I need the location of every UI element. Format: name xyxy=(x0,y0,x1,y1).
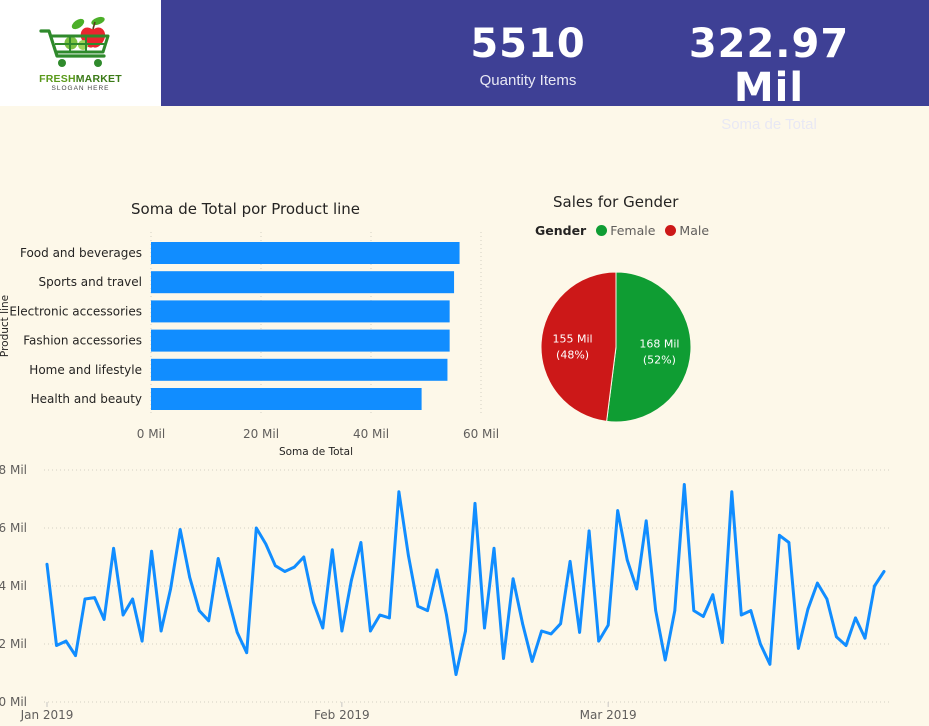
bar-x-tick-label: 20 Mil xyxy=(243,427,279,441)
bar-category-label: Home and lifestyle xyxy=(29,363,142,377)
bar-category-label: Fashion accessories xyxy=(23,334,142,348)
bar-2[interactable] xyxy=(151,271,455,294)
bar-4[interactable] xyxy=(151,329,450,352)
bar-6[interactable] xyxy=(151,388,422,410)
bar-category-label: Sports and travel xyxy=(39,275,142,289)
bar-x-tick-label: 40 Mil xyxy=(353,427,389,441)
bar-x-tick-label: 60 Mil xyxy=(463,427,499,441)
bar-3[interactable] xyxy=(151,300,450,323)
bar-x-tick-label: 0 Mil xyxy=(137,427,165,441)
bar-x-axis-title: Soma de Total xyxy=(279,446,353,458)
bar-5[interactable] xyxy=(151,358,448,381)
bar-y-axis-title: Product line xyxy=(0,295,11,357)
bar-chart: 0 Mil 20 Mil 40 Mil 60 Mil Food and beverage… xyxy=(0,232,499,458)
bar-category-label: Food and beverages xyxy=(20,246,142,260)
bar-category-label: Electronic accessories xyxy=(9,304,142,318)
bar-category-label: Health and beauty xyxy=(31,392,142,406)
bar-1[interactable] xyxy=(151,242,460,264)
